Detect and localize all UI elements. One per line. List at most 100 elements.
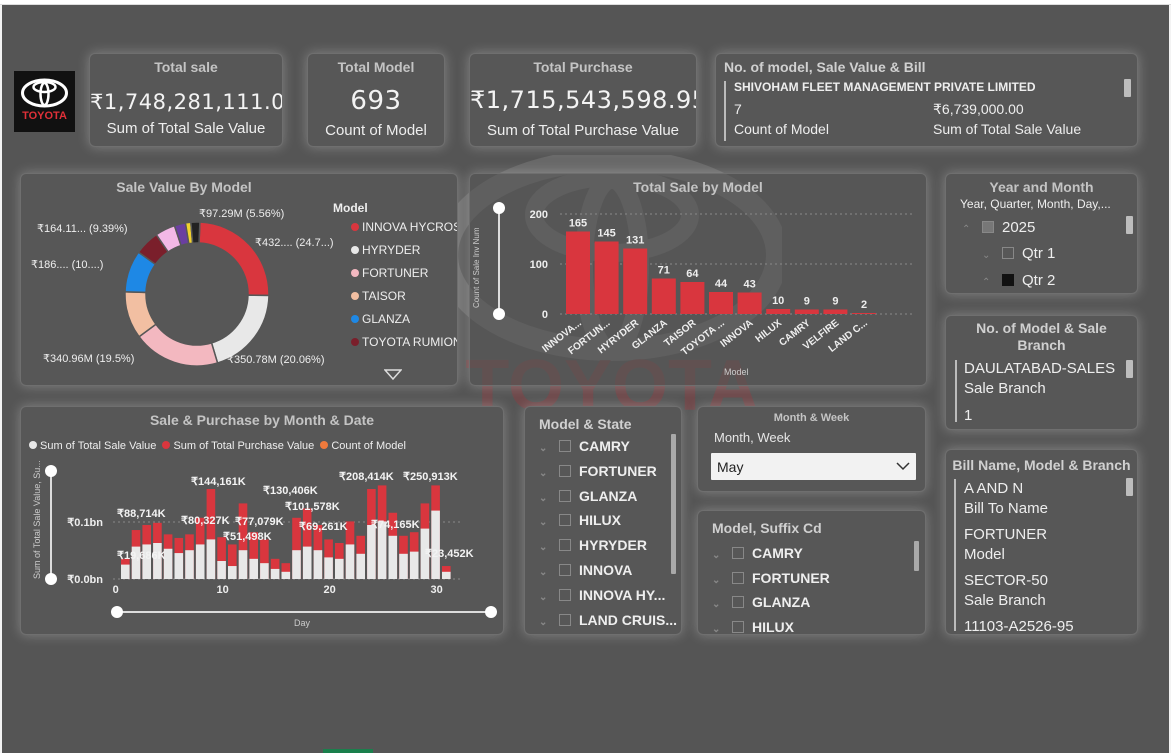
- model-suffix-item[interactable]: ⌄ GLANZA: [712, 594, 810, 610]
- expand-icon[interactable]: ⌄: [539, 443, 559, 454]
- legend-dot-icon: [351, 269, 359, 277]
- model-state-item[interactable]: ⌄ FORTUNER: [539, 463, 657, 479]
- sp-data-label: ₹144,161K: [191, 476, 246, 488]
- expand-icon[interactable]: ⌄: [712, 575, 732, 586]
- partial-checkbox-icon[interactable]: [982, 221, 994, 233]
- bar-value-label: 64: [686, 268, 699, 280]
- expand-icon[interactable]: ⌄: [539, 493, 559, 504]
- collapse-icon[interactable]: ⌃: [982, 277, 1002, 288]
- card-scrollbar[interactable]: [1126, 360, 1133, 378]
- year-month-slicer[interactable]: Year and Month Year, Quarter, Month, Day…: [945, 173, 1138, 294]
- expand-icon[interactable]: ⌄: [539, 468, 559, 479]
- month-dropdown[interactable]: May: [711, 453, 916, 480]
- donut-legend-item[interactable]: GLANZA: [351, 312, 410, 326]
- checkbox-icon[interactable]: [732, 596, 744, 608]
- tree-item-qtr1[interactable]: ⌄ Qtr 1: [982, 245, 1055, 262]
- bar-value-label: 2: [861, 299, 867, 311]
- legend-more-icon[interactable]: [384, 369, 402, 381]
- checkbox-icon[interactable]: [559, 440, 571, 452]
- report-canvas: TOYOTA TOYOTA Total sale ₹1,748,281,111.…: [2, 5, 1169, 661]
- checkbox-icon[interactable]: [559, 489, 571, 502]
- model-state-item[interactable]: ⌄ INNOVA HY...: [539, 587, 665, 603]
- checkbox-icon[interactable]: [732, 620, 744, 633]
- bill-card-title: Bill Name, Model & Branch: [952, 457, 1131, 473]
- card-accent-bar: [724, 81, 726, 141]
- sp-sale-bar: [399, 553, 408, 579]
- slicer-scrollbar[interactable]: [1126, 216, 1133, 234]
- checkbox-icon[interactable]: [1002, 247, 1014, 259]
- sp-data-label: ₹88,714K: [117, 508, 166, 520]
- sp-sale-bar: [121, 564, 130, 579]
- checkbox-icon[interactable]: [559, 514, 571, 527]
- checkbox-icon[interactable]: [732, 571, 744, 584]
- sp-vzoom-handle: [45, 573, 57, 585]
- expand-icon[interactable]: ⌄: [982, 250, 1002, 261]
- model-count-label: Count of Model: [734, 121, 829, 137]
- expand-icon[interactable]: ⌄: [539, 542, 559, 553]
- slicer-scrollbar[interactable]: [914, 541, 919, 571]
- model-state-item[interactable]: ⌄ HYRYDER: [539, 537, 647, 553]
- total-model-card[interactable]: Total Model 693 Count of Model: [307, 53, 445, 147]
- slicer-scrollbar[interactable]: [671, 434, 676, 574]
- sp-data-label: ₹80,327K: [181, 515, 230, 527]
- model-suffix-item[interactable]: ⌄ CAMRY: [712, 545, 803, 561]
- model-suffix-item[interactable]: ⌄ HILUX: [712, 619, 794, 635]
- checkbox-icon[interactable]: [732, 547, 744, 559]
- expand-icon[interactable]: ⌄: [712, 624, 732, 635]
- checkbox-icon[interactable]: [559, 564, 571, 576]
- checked-checkbox-icon[interactable]: [1002, 274, 1014, 286]
- legend-dot-icon: [351, 315, 359, 323]
- expand-icon[interactable]: ⌄: [712, 599, 732, 610]
- sp-xtick: 0: [113, 584, 119, 596]
- model-state-item[interactable]: ⌄ GLANZA: [539, 488, 637, 504]
- bar-value-label: 165: [569, 218, 587, 230]
- checkbox-icon[interactable]: [559, 539, 571, 552]
- month-week-slicer[interactable]: Month & Week Month, Week May: [697, 406, 926, 492]
- checkbox-icon[interactable]: [559, 613, 571, 626]
- total-sale-by-model-chart[interactable]: Total Sale by Model 200 100 0 165 INNOVA... 1…: [469, 173, 927, 386]
- model-value: FORTUNER: [964, 526, 1048, 543]
- total-sale-card[interactable]: Total sale ₹1,748,281,111.00 Sum of Tota…: [89, 53, 283, 147]
- expand-icon[interactable]: ⌄: [539, 617, 559, 628]
- checkbox-icon[interactable]: [559, 464, 571, 477]
- donut-legend-item[interactable]: FORTUNER: [351, 266, 428, 280]
- expand-icon[interactable]: ⌄: [712, 550, 732, 561]
- sp-ytick: ₹0.1bn: [67, 517, 103, 529]
- bar-value-label: 44: [715, 278, 728, 290]
- donut-legend-item[interactable]: TAISOR: [351, 289, 406, 303]
- collapse-icon[interactable]: ⌃: [962, 224, 982, 235]
- donut-legend-item[interactable]: TOYOTA RUMION: [351, 335, 457, 349]
- model-state-item[interactable]: ⌄ CAMRY: [539, 438, 630, 454]
- sp-sale-bar: [281, 571, 291, 579]
- model-sale-bill-card[interactable]: No. of model, Sale Value & Bill SHIVOHAM…: [715, 53, 1138, 147]
- model-state-item[interactable]: ⌄ HILUX: [539, 512, 621, 528]
- expand-icon[interactable]: ⌄: [539, 567, 559, 578]
- total-purchase-card[interactable]: Total Purchase ₹1,715,543,598.95 Sum of …: [469, 53, 697, 147]
- bar-mark: [651, 278, 676, 314]
- donut-legend-label: TAISOR: [362, 289, 406, 303]
- model-suffix-slicer[interactable]: Model, Suffix Cd ⌄ CAMRY ⌄ FORTUNER ⌄ GLANZA ⌄…: [697, 510, 926, 635]
- tree-item-2025[interactable]: ⌃ 2025: [962, 219, 1035, 236]
- donut-label-br: ₹350.78M (20.06%): [227, 354, 325, 366]
- model-state-slicer[interactable]: Model & State ⌄ CAMRY ⌄ FORTUNER ⌄ GLANZA ⌄ HIL…: [524, 406, 682, 635]
- bill-card[interactable]: Bill Name, Model & Branch A AND N Bill T…: [945, 449, 1138, 635]
- expand-icon[interactable]: ⌄: [539, 517, 559, 528]
- expand-icon[interactable]: ⌄: [539, 592, 559, 603]
- chevron-down-icon[interactable]: [896, 462, 910, 471]
- card-scrollbar[interactable]: [1126, 478, 1133, 496]
- tree-item-label: Qtr 1: [1022, 245, 1056, 262]
- checkbox-icon[interactable]: [559, 588, 571, 601]
- page-tab-indicator[interactable]: [323, 749, 373, 753]
- sp-xlabel: Day: [294, 618, 311, 628]
- donut-legend-item[interactable]: INNOVA HYCROSS: [351, 220, 457, 234]
- tree-item-qtr2[interactable]: ⌃ Qtr 2: [982, 272, 1055, 289]
- donut-legend-item[interactable]: HYRYDER: [351, 243, 420, 257]
- card-scrollbar[interactable]: [1124, 79, 1131, 97]
- model-state-item[interactable]: ⌄ LAND CRUIS...: [539, 612, 677, 628]
- donut-legend-title: Model: [333, 201, 368, 215]
- sale-purchase-chart[interactable]: Sale & Purchase by Month & Date Sum of T…: [20, 406, 504, 635]
- model-state-item[interactable]: ⌄ INNOVA: [539, 562, 632, 578]
- model-sale-branch-card[interactable]: No. of Model & Sale Branch DAULATABAD-SA…: [945, 315, 1138, 430]
- model-suffix-item[interactable]: ⌄ FORTUNER: [712, 570, 830, 586]
- sale-by-model-chart[interactable]: Sale Value By Model ₹164.11... (9.39%) ₹…: [20, 173, 458, 386]
